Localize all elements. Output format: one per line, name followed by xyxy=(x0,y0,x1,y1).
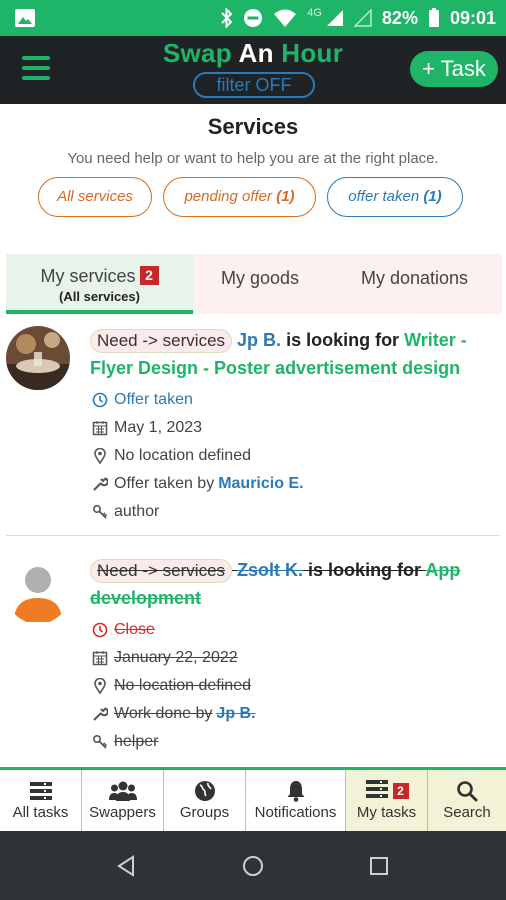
card-divider xyxy=(6,535,500,536)
nav-badge: 2 xyxy=(392,783,409,799)
network-type: 4G xyxy=(307,7,322,19)
bluetooth-icon xyxy=(221,8,233,28)
back-icon[interactable] xyxy=(116,855,136,882)
service-filter-row: All services pending offer (1) offer tak… xyxy=(0,177,506,219)
signal-2-icon xyxy=(353,9,372,27)
calendar-icon xyxy=(90,650,110,666)
tab-my-services[interactable]: My services 2 (All services) xyxy=(6,254,193,314)
clock: 09:01 xyxy=(449,7,496,28)
filter-offer-taken[interactable]: offer taken (1) xyxy=(327,177,463,217)
page-subtitle: You need help or want to help you are at… xyxy=(67,150,439,167)
task-status: Close xyxy=(90,616,496,644)
clock-icon xyxy=(90,622,110,638)
users-icon xyxy=(82,778,163,804)
tab-badge: 2 xyxy=(139,266,159,285)
filter-all-services[interactable]: All services xyxy=(38,177,152,217)
avatar[interactable] xyxy=(6,560,70,624)
task-date: January 22, 2022 xyxy=(90,644,496,672)
nav-notifications[interactable]: Notifications xyxy=(246,770,346,831)
home-icon[interactable] xyxy=(242,855,264,882)
wrench-icon xyxy=(90,706,110,722)
category-tabs: My services 2 (All services) My goods My … xyxy=(6,254,502,314)
location-pin-icon xyxy=(90,678,110,694)
tab-my-donations[interactable]: My donations xyxy=(327,254,502,314)
bottom-navigation: All tasks Swappers Groups Notifications … xyxy=(0,767,506,831)
task-location: No location defined xyxy=(90,442,496,470)
avatar[interactable] xyxy=(6,326,70,390)
task-headline: Need -> services Zsolt K. is looking for… xyxy=(90,559,461,608)
calendar-icon xyxy=(90,420,110,436)
action-user-link[interactable]: Mauricio E. xyxy=(218,470,303,498)
nav-swappers[interactable]: Swappers xyxy=(82,770,164,831)
battery-icon xyxy=(428,8,440,28)
key-icon xyxy=(90,504,110,520)
need-type-badge: Need -> services xyxy=(90,329,233,353)
nav-all-tasks[interactable]: All tasks xyxy=(0,770,82,831)
task-status: Offer taken xyxy=(90,386,496,414)
task-role: helper xyxy=(90,728,496,756)
wrench-icon xyxy=(90,476,110,492)
task-user-link[interactable]: Zsolt K. xyxy=(237,560,303,580)
nav-search[interactable]: Search xyxy=(428,770,506,831)
do-not-disturb-icon xyxy=(243,8,263,28)
wifi-icon xyxy=(273,8,297,28)
filter-toggle-button[interactable]: filter OFF xyxy=(193,72,315,98)
add-task-button[interactable]: + Task xyxy=(410,51,498,87)
image-notification-icon xyxy=(14,8,36,28)
task-action: Work done by Jp B. xyxy=(90,700,496,728)
action-user-link[interactable]: Jp B. xyxy=(216,700,255,728)
search-icon xyxy=(428,778,506,804)
filter-pending-offer[interactable]: pending offer (1) xyxy=(163,177,316,217)
globe-icon xyxy=(164,778,245,804)
list-icon xyxy=(365,779,389,803)
signal-icon xyxy=(326,9,344,27)
need-type-badge: Need -> services xyxy=(90,559,233,583)
task-date: May 1, 2023 xyxy=(90,414,496,442)
app-bar: Swap An Hour filter OFF + Task xyxy=(0,36,506,104)
key-icon xyxy=(90,734,110,750)
recents-icon[interactable] xyxy=(370,857,388,880)
task-headline: Need -> services Jp B. is looking for Wr… xyxy=(90,329,467,378)
status-bar: 4G 82% 09:01 xyxy=(0,0,506,36)
nav-my-tasks[interactable]: 2 My tasks xyxy=(346,770,428,831)
clock-icon xyxy=(90,392,110,408)
nav-groups[interactable]: Groups xyxy=(164,770,246,831)
battery-percent: 82% xyxy=(381,7,418,28)
list-icon xyxy=(0,778,81,804)
task-location: No location defined xyxy=(90,672,496,700)
page-title: Services xyxy=(207,114,299,139)
tab-subtitle: (All services) xyxy=(59,289,140,304)
system-navigation-bar xyxy=(0,831,506,900)
task-user-link[interactable]: Jp B. xyxy=(237,330,281,350)
tab-my-goods[interactable]: My goods xyxy=(193,254,327,314)
location-pin-icon xyxy=(90,448,110,464)
task-role: author xyxy=(90,498,496,526)
bell-icon xyxy=(246,778,345,804)
task-action: Offer taken by Mauricio E. xyxy=(90,470,496,498)
